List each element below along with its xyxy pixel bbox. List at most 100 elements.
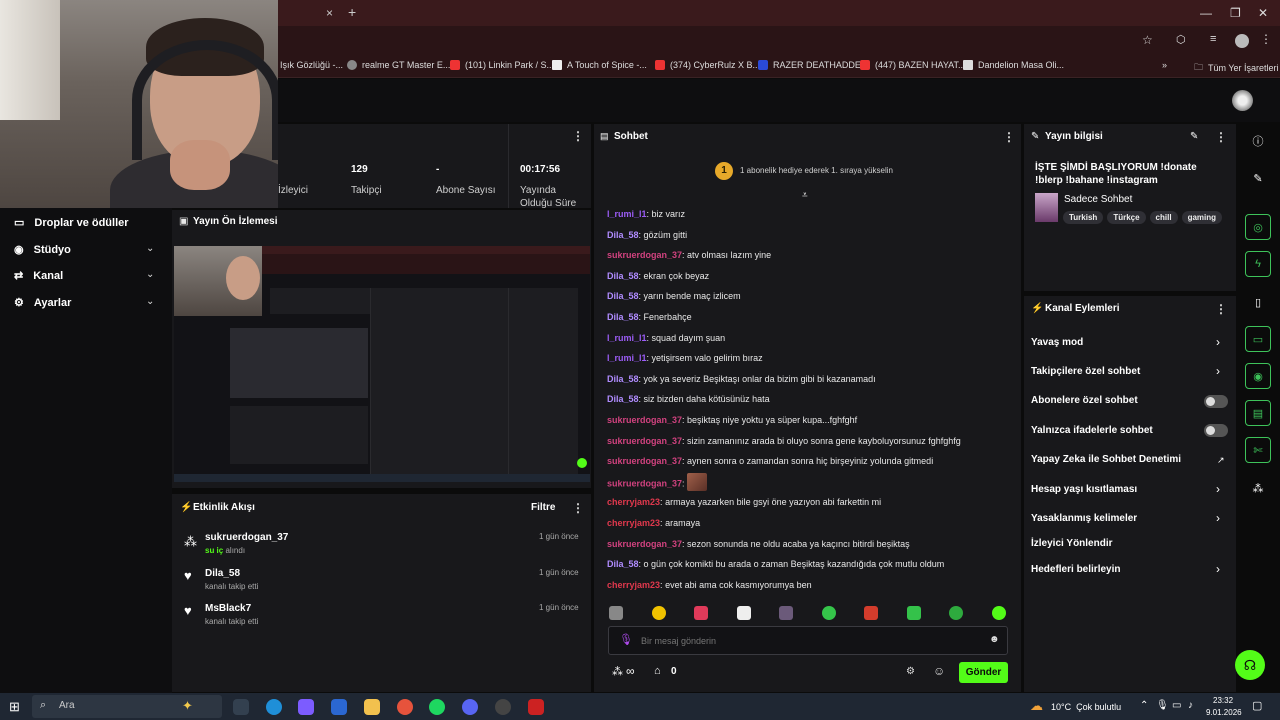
nav-settings[interactable]: ⚙ Ayarlar <box>14 296 71 310</box>
bookmark-item[interactable]: (101) Linkin Park / S... <box>450 60 554 70</box>
chat-username[interactable]: sukruerdogan_37 <box>607 539 682 549</box>
clock-date[interactable]: 9.01.2026 <box>1206 708 1242 717</box>
chat-banner[interactable]: 1 abonelik hediye ederek 1. sıraya yükse… <box>740 166 893 175</box>
chat-username[interactable]: sukruerdogan_37 <box>607 478 682 488</box>
chat-menu-icon[interactable]: ⋮ <box>1003 130 1015 144</box>
layout-icon[interactable]: ▤ <box>1245 400 1271 426</box>
bookmark-item[interactable]: Işık Gözlüğü -... <box>280 60 343 70</box>
bookmark-item[interactable]: (374) CyberRulz X B... <box>655 60 760 70</box>
explorer-icon[interactable] <box>364 699 380 715</box>
chat-username[interactable]: cherryjam23 <box>607 580 660 590</box>
wrench-icon[interactable]: ✄ <box>1245 437 1271 463</box>
chat-username[interactable]: cherryjam23 <box>607 497 660 507</box>
document-icon[interactable]: ▯ <box>1245 289 1271 315</box>
users-icon[interactable]: ⁂ <box>612 665 623 678</box>
browser-menu-icon[interactable]: ⋮ <box>1260 32 1272 46</box>
chat-username[interactable]: sukruerdogan_37 <box>607 250 682 260</box>
nav-channel[interactable]: ⇄ Kanal <box>14 269 63 283</box>
activity-user[interactable]: Dila_58 <box>205 568 240 579</box>
emote-icon[interactable] <box>907 606 921 620</box>
chevron-down-icon[interactable]: ⌄ <box>146 269 154 280</box>
channel-actions-menu-icon[interactable]: ⋮ <box>1215 302 1227 316</box>
category-thumbnail[interactable] <box>1035 193 1058 222</box>
nav-drops[interactable]: ▭ Droplar ve ödüller <box>14 216 129 230</box>
discord-icon[interactable] <box>462 699 478 715</box>
microphone-tray-icon[interactable]: 🎙 <box>1156 700 1169 711</box>
close-window-icon[interactable]: ✕ <box>1258 6 1268 20</box>
new-tab-button[interactable]: + <box>348 4 356 20</box>
external-link-icon[interactable]: ↗ <box>1217 455 1225 466</box>
chat-username[interactable]: Dila_58 <box>607 312 639 322</box>
account-age-item[interactable]: Hesap yaşı kısıtlaması <box>1031 484 1137 495</box>
chat-username[interactable]: Dila_58 <box>607 394 639 404</box>
info-icon[interactable]: ⓘ <box>1245 128 1271 154</box>
volume-icon[interactable]: ♪ <box>1188 700 1193 711</box>
windows-start-icon[interactable]: ⊞ <box>9 699 20 715</box>
store-icon[interactable]: ⌂ <box>654 665 661 677</box>
emote-icon[interactable] <box>949 606 963 620</box>
bookmark-item[interactable]: (447) BAZEN HAYAT... <box>860 60 966 70</box>
target-icon[interactable]: ◎ <box>1245 214 1271 240</box>
emote-icon[interactable] <box>822 606 836 620</box>
send-button[interactable]: Gönder <box>959 662 1008 683</box>
extensions-icon[interactable]: ⬡ <box>1176 33 1186 46</box>
category-name[interactable]: Sadece Sohbet <box>1064 194 1132 205</box>
task-view-icon[interactable] <box>233 699 249 715</box>
tag[interactable]: Turkish <box>1063 211 1104 224</box>
chat-username[interactable]: l_rumi_l1 <box>607 353 647 363</box>
broadcast-icon[interactable]: ◉ <box>1245 363 1271 389</box>
chat-username[interactable]: Dila_58 <box>607 559 639 569</box>
clock-time[interactable]: 23:32 <box>1213 696 1233 705</box>
weather-text[interactable]: 10°C Çok bulutlu <box>1051 702 1121 712</box>
banned-words-item[interactable]: Yasaklanmış kelimeler <box>1031 513 1137 524</box>
chat-username[interactable]: l_rumi_l1 <box>607 333 647 343</box>
ai-moderation-item[interactable]: Yapay Zeka ile Sohbet Denetimi <box>1031 454 1181 465</box>
support-headset-icon[interactable]: ☊ <box>1235 650 1265 680</box>
tray-chevron-icon[interactable]: ⌃ <box>1140 700 1148 711</box>
stream-preview-video[interactable] <box>174 246 590 482</box>
emote-icon[interactable] <box>737 606 751 620</box>
tag[interactable]: chill <box>1149 211 1178 224</box>
obs-icon[interactable] <box>495 699 511 715</box>
emote-icon[interactable] <box>864 606 878 620</box>
notifications-icon[interactable]: ▢ <box>1252 699 1262 712</box>
chat-settings-icon[interactable]: ⚙ <box>906 666 915 677</box>
app-icon[interactable] <box>528 699 544 715</box>
chevron-right-icon[interactable]: › <box>1216 482 1220 496</box>
set-goals-item[interactable]: Hedefleri belirleyin <box>1031 564 1120 575</box>
activity-menu-icon[interactable]: ⋮ <box>572 501 584 515</box>
followers-only-item[interactable]: Takipçilere özel sohbet <box>1031 366 1140 377</box>
microphone-icon[interactable]: 🎙 <box>619 633 633 646</box>
chat-emote[interactable] <box>687 472 708 491</box>
emote-icon[interactable] <box>992 606 1006 620</box>
chat-input[interactable] <box>641 633 971 648</box>
host-viewers-item[interactable]: İzleyici Yönlendir <box>1031 538 1113 549</box>
tag[interactable]: gaming <box>1181 211 1223 224</box>
chevron-down-icon[interactable]: ⌄ <box>146 243 154 254</box>
pinned-chevron-icon[interactable]: ⩡ <box>802 190 808 201</box>
edge-icon[interactable] <box>266 699 282 715</box>
close-tab-icon[interactable]: × <box>326 6 333 20</box>
profile-avatar[interactable] <box>1235 34 1249 48</box>
chat-username[interactable]: l_rumi_l1 <box>607 209 647 219</box>
stats-menu-icon[interactable]: ⋮ <box>572 129 584 143</box>
tag[interactable]: Türkçe <box>1107 211 1146 224</box>
stream-info-menu-icon[interactable]: ⋮ <box>1215 130 1227 144</box>
filter-button[interactable]: Filtre <box>531 502 555 513</box>
chevron-right-icon[interactable]: › <box>1216 511 1220 525</box>
minimize-icon[interactable]: — <box>1200 6 1212 20</box>
nav-studio[interactable]: ◉ Stüdyo <box>14 243 71 257</box>
bookmark-item[interactable]: Dandelion Masa Oli... <box>963 60 1064 70</box>
chat-username[interactable]: Dila_58 <box>607 271 639 281</box>
chevron-right-icon[interactable]: › <box>1216 364 1220 378</box>
bookmark-item[interactable]: realme GT Master E... <box>347 60 450 70</box>
network-icon[interactable]: ▭ <box>1172 700 1181 711</box>
star-icon[interactable]: ☆ <box>1142 33 1153 47</box>
all-bookmarks-button[interactable]: 🗀 Tüm Yer İşaretleri <box>1194 60 1279 76</box>
chevron-right-icon[interactable]: › <box>1216 562 1220 576</box>
emote-only-toggle[interactable] <box>1204 424 1228 437</box>
lightning-icon[interactable]: ϟ <box>1245 251 1271 277</box>
slow-mode-item[interactable]: Yavaş mod <box>1031 337 1083 348</box>
chevron-right-icon[interactable]: › <box>1216 335 1220 349</box>
emote-icon[interactable] <box>779 606 793 620</box>
